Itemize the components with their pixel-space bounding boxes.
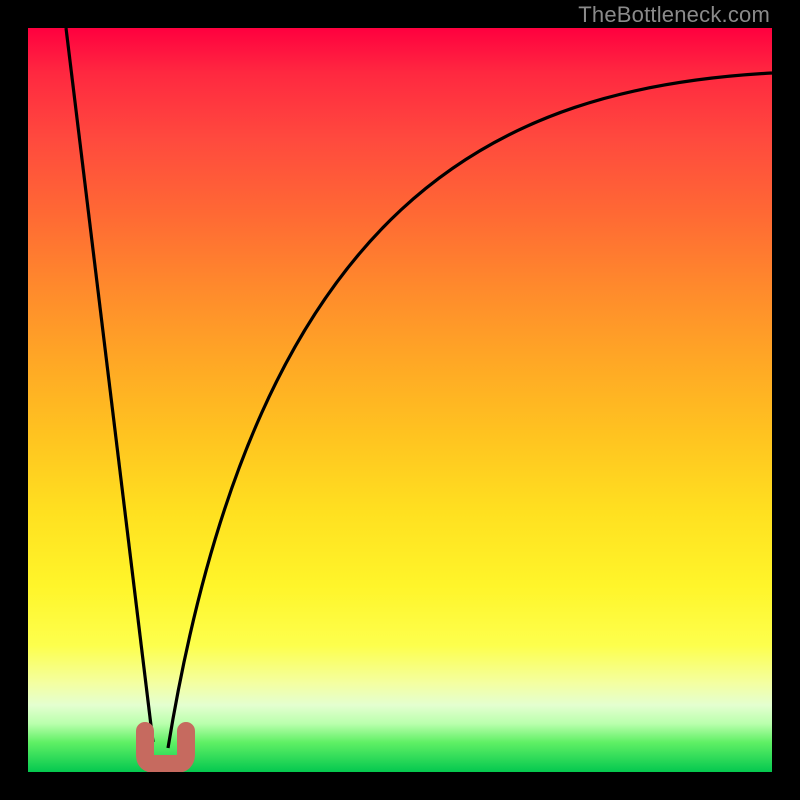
chart-plot-area (28, 28, 772, 772)
minimum-marker-dot (136, 725, 153, 742)
bottleneck-curve (28, 28, 772, 772)
curve-right-segment (168, 73, 772, 748)
watermark-text: TheBottleneck.com (578, 2, 770, 28)
curve-left-segment (66, 28, 153, 742)
